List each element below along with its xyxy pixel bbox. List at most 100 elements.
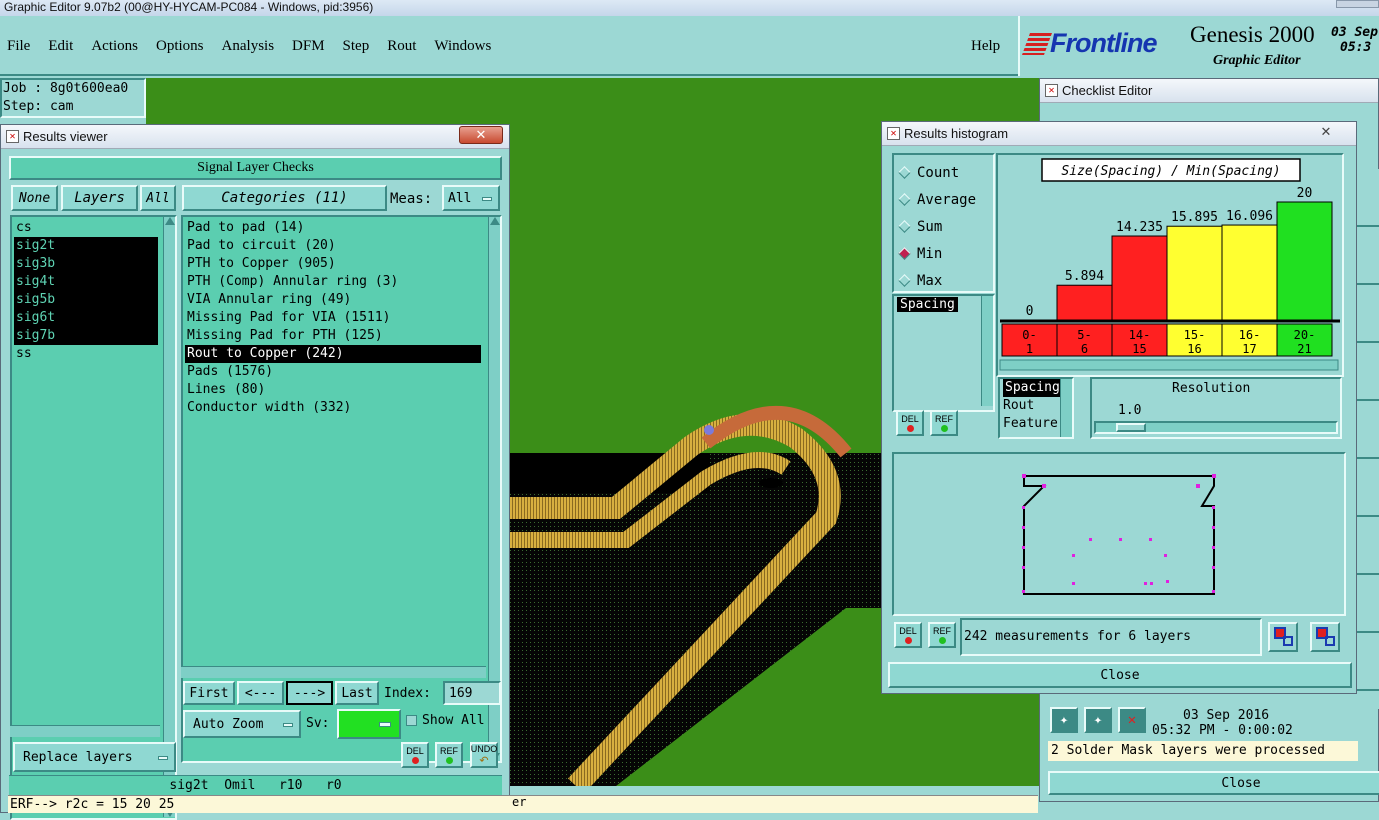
run-all-icon[interactable]: ✦ — [1084, 707, 1112, 733]
histogram-bar[interactable] — [1221, 224, 1278, 321]
results-viewer-window: ✕ Results viewer ✕ Signal Layer Checks N… — [0, 124, 510, 820]
mode-label: Count — [917, 164, 960, 181]
job-label: Job : 8g0t600ea0 — [3, 81, 129, 96]
preview-del-button[interactable]: DEL — [894, 622, 922, 648]
category-item[interactable]: Conductor width (332) — [185, 399, 481, 417]
menu-edit[interactable]: Edit — [48, 38, 73, 55]
histogram-bar[interactable] — [1056, 284, 1113, 321]
prev-button[interactable]: <--- — [237, 681, 284, 705]
category-label-top: 15- — [1184, 328, 1206, 342]
layer-item[interactable]: sig7b — [14, 327, 158, 345]
product-subtitle: Graphic Editor — [1213, 53, 1301, 68]
zoom-out-view-icon[interactable] — [1310, 622, 1340, 652]
layers-button[interactable]: Layers — [61, 185, 138, 211]
category-item[interactable]: Rout to Copper (242) — [185, 345, 481, 363]
category-item[interactable]: Missing Pad for PTH (125) — [185, 327, 481, 345]
all-layers-button[interactable]: All — [140, 185, 176, 211]
category-item[interactable]: Pad to pad (14) — [185, 219, 481, 237]
layer-list-scrollbar[interactable] — [163, 217, 175, 817]
layer-item[interactable]: sig4t — [14, 273, 158, 291]
results-viewer-close-button[interactable]: ✕ — [459, 126, 503, 144]
category-item[interactable]: Missing Pad for VIA (1511) — [185, 309, 481, 327]
layer-item[interactable]: cs — [14, 219, 158, 237]
checklist-close-button[interactable]: Close — [1048, 771, 1379, 795]
layer-item[interactable]: ss — [14, 345, 158, 363]
category-item[interactable]: PTH (Comp) Annular ring (3) — [185, 273, 481, 291]
resolution-attr-scrollbar[interactable] — [1060, 379, 1072, 437]
scroll-up-icon[interactable] — [165, 217, 175, 225]
measurement-markers — [1022, 474, 1216, 593]
next-button[interactable]: ---> — [286, 681, 333, 705]
checklist-status-icons: ✦ ✦ ✕ — [1050, 707, 1146, 733]
layer-list: cs sig2t sig3b sig4t sig5b sig6t sig7b ss — [14, 219, 158, 363]
category-item[interactable]: PTH to Copper (905) — [185, 255, 481, 273]
preview-ref-button[interactable]: REF — [928, 622, 956, 648]
show-all-checkbox[interactable] — [406, 715, 417, 726]
undo-button[interactable]: UNDO ↶ — [470, 742, 498, 768]
mode-radio-max[interactable]: Max — [894, 267, 993, 294]
ref-button[interactable]: REF — [435, 742, 463, 768]
menu-actions[interactable]: Actions — [91, 38, 138, 55]
category-list-scrollbar[interactable] — [488, 217, 500, 761]
menu-rout[interactable]: Rout — [387, 38, 416, 55]
mode-radio-min[interactable]: Min — [894, 240, 993, 267]
histogram-bar[interactable] — [1111, 235, 1168, 321]
histogram-chart: Size(Spacing) / Min(Spacing) 0 0-1 5.894 5-6… — [999, 158, 1340, 371]
menubar: File Edit Actions Options Analysis DFM Step Rou… — [0, 16, 1018, 76]
histogram-bar[interactable] — [1166, 225, 1223, 321]
menu-help[interactable]: Help — [971, 38, 1000, 55]
category-item[interactable]: Pad to circuit (20) — [185, 237, 481, 255]
menu-file[interactable]: File — [7, 38, 30, 55]
categories-button[interactable]: Categories (11) — [182, 185, 387, 211]
category-list-hscroll[interactable] — [181, 666, 486, 678]
menu-step[interactable]: Step — [343, 38, 370, 55]
layer-list-hscroll[interactable] — [10, 725, 160, 737]
os-close-button[interactable] — [1336, 0, 1379, 8]
replace-layers-select[interactable]: Replace layers — [13, 742, 176, 772]
histogram-hscroll[interactable] — [999, 359, 1339, 371]
index-value: 169 — [449, 686, 473, 701]
run-icon[interactable]: ✦ — [1050, 707, 1078, 733]
layer-item[interactable]: sig3b — [14, 255, 158, 273]
mode-radio-average[interactable]: Average — [894, 186, 993, 213]
zoom-in-view-icon[interactable] — [1268, 622, 1298, 652]
del-button[interactable]: DEL — [401, 742, 429, 768]
menu-analysis[interactable]: Analysis — [222, 38, 275, 55]
resolution-slider[interactable] — [1094, 421, 1338, 434]
index-input[interactable]: 169 — [443, 681, 501, 705]
menu-dfm[interactable]: DFM — [292, 38, 325, 55]
attr-list-scrollbar[interactable] — [981, 296, 993, 406]
last-button[interactable]: Last — [335, 681, 379, 705]
layer-item[interactable]: sig6t — [14, 309, 158, 327]
auto-zoom-select[interactable]: Auto Zoom — [183, 710, 301, 738]
histogram-attr-item[interactable]: Spacing — [897, 297, 958, 312]
histogram-preview — [892, 452, 1346, 616]
scroll-up-icon[interactable] — [490, 217, 500, 225]
hist-ref-button[interactable]: REF — [930, 410, 958, 436]
menu-options[interactable]: Options — [156, 38, 204, 55]
layer-item[interactable]: sig5b — [14, 291, 158, 309]
first-button[interactable]: First — [183, 681, 235, 705]
menu-windows[interactable]: Windows — [434, 38, 491, 55]
category-item[interactable]: VIA Annular ring (49) — [185, 291, 481, 309]
category-item[interactable]: Pads (1576) — [185, 363, 481, 381]
checklist-editor-title: Checklist Editor — [1062, 83, 1153, 98]
status-text: sig2t Omil r10 r0 — [169, 778, 342, 793]
red-dot-icon — [411, 757, 419, 764]
stop-icon[interactable]: ✕ — [1118, 707, 1146, 733]
category-item[interactable]: Lines (80) — [185, 381, 481, 399]
radio-diamond-icon — [898, 220, 911, 233]
mode-radio-count[interactable]: Count — [894, 159, 993, 186]
layer-item[interactable]: sig2t — [14, 237, 158, 255]
hist-del-button[interactable]: DEL — [896, 410, 924, 436]
none-button[interactable]: None — [11, 185, 58, 211]
results-histogram-close-button[interactable]: ✕ — [1304, 124, 1348, 140]
slider-thumb[interactable] — [1116, 423, 1146, 432]
histogram-bar[interactable] — [1276, 201, 1333, 321]
mode-radio-sum[interactable]: Sum — [894, 213, 993, 240]
meas-select[interactable]: All — [442, 185, 500, 211]
category-label-top: 20- — [1294, 328, 1316, 342]
resolution-attr-item[interactable]: Spacing — [1003, 379, 1062, 397]
histogram-close-button[interactable]: Close — [888, 662, 1352, 688]
sv-color-select[interactable] — [337, 709, 401, 739]
